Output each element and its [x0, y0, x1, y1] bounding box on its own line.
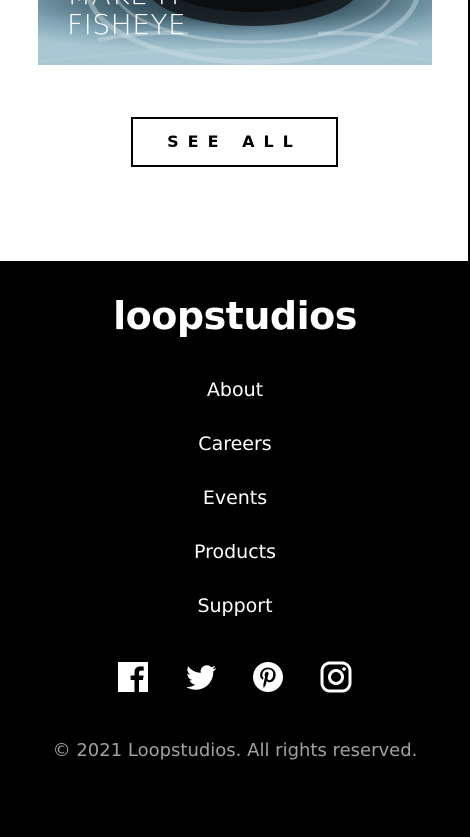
footer-link-events[interactable]: Events: [203, 484, 267, 512]
footer-nav-item: Support: [0, 592, 470, 646]
social-links: [0, 661, 470, 699]
twitter-icon: [186, 665, 217, 690]
facebook-link[interactable]: [117, 661, 151, 695]
footer-nav-item: About: [0, 376, 470, 430]
footer-nav-item: Events: [0, 484, 470, 538]
instagram-icon: [320, 661, 352, 693]
pinterest-icon: [253, 662, 283, 692]
footer-link-support[interactable]: Support: [197, 592, 272, 620]
footer-logo[interactable]: loopstudios: [0, 291, 470, 341]
pinterest-link[interactable]: [252, 661, 286, 695]
footer-link-careers[interactable]: Careers: [198, 430, 271, 458]
footer-nav-item: Products: [0, 538, 470, 592]
see-all-button[interactable]: SEE ALL: [131, 117, 338, 167]
footer-link-about[interactable]: About: [207, 376, 263, 404]
footer-nav-item: Careers: [0, 430, 470, 484]
twitter-link[interactable]: [185, 661, 219, 695]
copyright-text: © 2021 Loopstudios. All rights reserved.: [52, 740, 418, 761]
creation-card-make-it-fisheye[interactable]: MAKE IT FISHEYE: [38, 0, 432, 65]
page: MAKE IT FISHEYE SEE ALL loopstudios Abou…: [0, 0, 470, 837]
footer-nav: About Careers Events Products Support: [0, 376, 470, 646]
facebook-icon: [118, 662, 148, 692]
site-footer: loopstudios About Careers Events Product…: [0, 261, 470, 837]
creation-title-line-2: FISHEYE: [67, 8, 187, 41]
creation-card-title: MAKE IT FISHEYE: [67, 0, 186, 40]
instagram-link[interactable]: [320, 661, 354, 695]
footer-link-products[interactable]: Products: [194, 538, 276, 566]
